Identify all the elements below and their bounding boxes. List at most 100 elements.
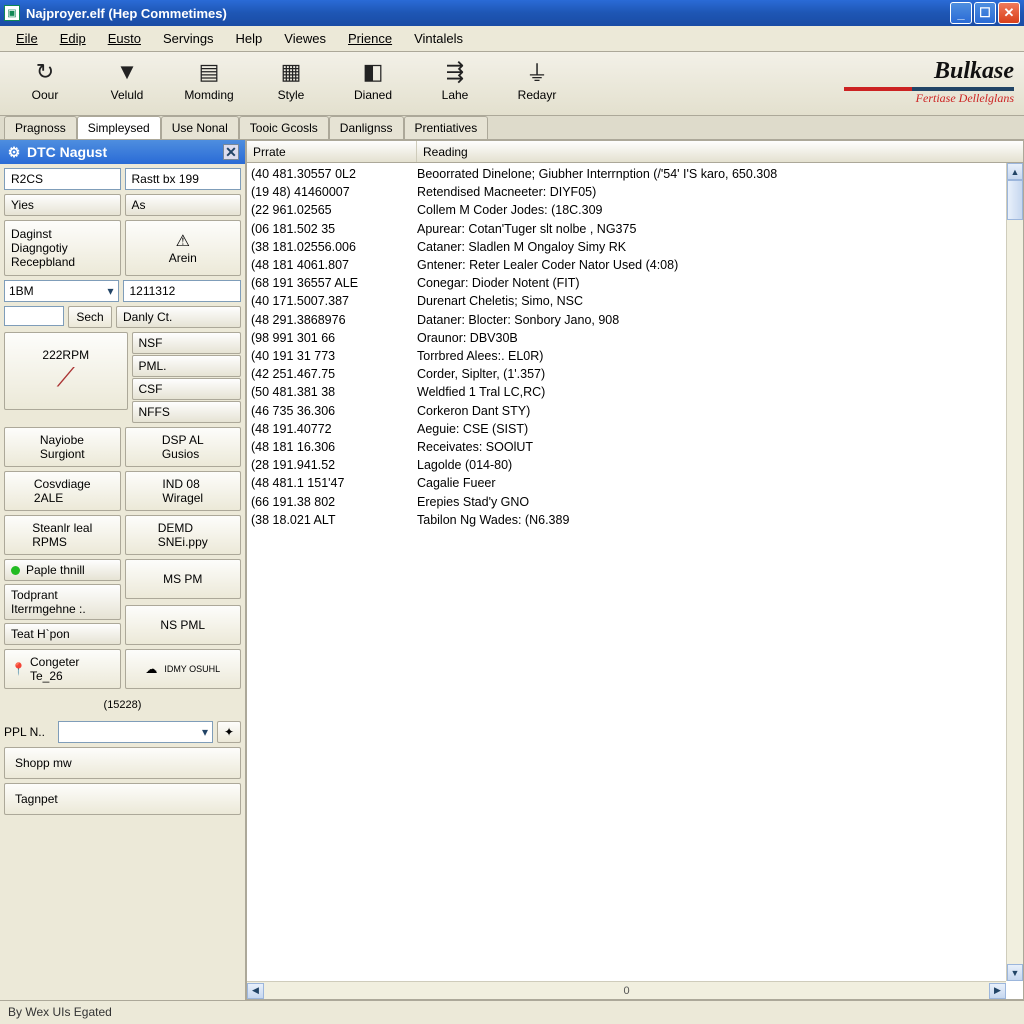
minimize-button[interactable]: _: [950, 2, 972, 24]
table-row[interactable]: (22 961.02565Collem M Coder Jodes: (18C.…: [251, 201, 1023, 219]
field-rastt[interactable]: Rastt bx 199: [125, 168, 242, 190]
close-button[interactable]: ✕: [998, 2, 1020, 24]
table-row[interactable]: (48 291.3868976Dataner: Blocter: Sonbory…: [251, 311, 1023, 329]
btn-steanlr[interactable]: Steanlr leal RPMS: [4, 515, 121, 555]
congeter-button[interactable]: 📍Congeter Te_26: [4, 649, 121, 689]
scroll-down-icon[interactable]: ▼: [1007, 964, 1023, 981]
idmy-button[interactable]: ☁IDMY OSUHL: [125, 649, 242, 689]
col-prrate[interactable]: Prrate: [247, 141, 417, 162]
tagnpet-button[interactable]: Tagnpet: [4, 783, 241, 815]
paple-label: Paple thnill: [26, 563, 85, 577]
scroll-thumb[interactable]: [1007, 180, 1023, 220]
tab-danlignss[interactable]: Danlignss: [329, 116, 404, 139]
paple-row[interactable]: Paple thnill: [4, 559, 121, 581]
tab-pragnoss[interactable]: Pragnoss: [4, 116, 77, 139]
empty-input[interactable]: [4, 306, 64, 326]
shopp-button[interactable]: Shopp mw: [4, 747, 241, 779]
cell-prrate: (40 481.30557 0L2: [251, 165, 417, 183]
field-yies[interactable]: Yies: [4, 194, 121, 216]
btn-nayiobe[interactable]: Nayiobe Surgiont: [4, 427, 121, 467]
code-csf[interactable]: CSF: [132, 378, 242, 400]
tb-oour-label: Oour: [32, 88, 59, 102]
menu-help[interactable]: Help: [226, 28, 273, 49]
tab-prentiatives[interactable]: Prentiatives: [404, 116, 489, 139]
tb-dianed[interactable]: ◧Dianed: [334, 56, 412, 104]
cell-reading: Durenart Cheletis; Simo, NSC: [417, 292, 1023, 310]
table-row[interactable]: (48 481.1 151'47Cagalie Fueer: [251, 474, 1023, 492]
field-r2cs[interactable]: R2CS: [4, 168, 121, 190]
tb-oour[interactable]: ↻Oour: [6, 56, 84, 104]
table-row[interactable]: (38 18.021 ALTTabilon Ng Wades: (N6.389: [251, 511, 1023, 529]
table-row[interactable]: (40 191 31 773Torrbred Alees:. EL0R): [251, 347, 1023, 365]
ppl-add-button[interactable]: ✦: [217, 721, 241, 743]
data-list: (40 481.30557 0L2Beoorrated Dinelone; Gi…: [247, 163, 1023, 999]
tb-dianed-label: Dianed: [354, 88, 392, 102]
table-row[interactable]: (66 191.38 802Erepies Stad'y GNO: [251, 493, 1023, 511]
congeter-label: Congeter Te_26: [30, 655, 79, 683]
tb-lahe[interactable]: ⇶Lahe: [416, 56, 494, 104]
col-reading[interactable]: Reading: [417, 145, 1023, 159]
tb-momding[interactable]: ▤Momding: [170, 56, 248, 104]
table-row[interactable]: (40 171.5007.387Durenart Cheletis; Simo,…: [251, 292, 1023, 310]
btn-ind08[interactable]: IND 08 Wiragel: [125, 471, 242, 511]
table-row[interactable]: (50 481.381 38Weldfied 1 Tral LC,RC): [251, 383, 1023, 401]
tb-style[interactable]: ▦Style: [252, 56, 330, 104]
tb-veluld[interactable]: ▼Veluld: [88, 56, 166, 104]
scroll-left-icon[interactable]: ◀: [247, 983, 264, 999]
table-row[interactable]: (42 251.467.75Corder, Siplter, (1'.357): [251, 365, 1023, 383]
menu-servings[interactable]: Servings: [153, 28, 224, 49]
input-1211312[interactable]: 1211312: [123, 280, 242, 302]
menu-file[interactable]: Eile: [6, 28, 48, 49]
scroll-right-icon[interactable]: ▶: [989, 983, 1006, 999]
panel-close-button[interactable]: ✕: [223, 144, 239, 160]
maximize-button[interactable]: ☐: [974, 2, 996, 24]
tab-simpleysed[interactable]: Simpleysed: [77, 116, 161, 139]
table-row[interactable]: (46 735 36.306Corkeron Dant STY): [251, 402, 1023, 420]
field-as[interactable]: As: [125, 194, 242, 216]
horizontal-scrollbar[interactable]: ◀ 0 ▶: [247, 981, 1006, 999]
table-row[interactable]: (06 181.502 35Apurear: Cotan'Tuger slt n…: [251, 220, 1023, 238]
menu-edit[interactable]: Edip: [50, 28, 96, 49]
tab-use-nonal[interactable]: Use Nonal: [161, 116, 239, 139]
tab-tooic[interactable]: Tooic Gcosls: [239, 116, 329, 139]
rpm-gauge[interactable]: 222RPM ⟋: [4, 332, 128, 410]
table-row[interactable]: (48 181 4061.807Gntener: Reter Lealer Co…: [251, 256, 1023, 274]
teat-row[interactable]: Teat H`pon: [4, 623, 121, 645]
table-row[interactable]: (98 991 301 66Oraunor: DBV30B: [251, 329, 1023, 347]
menu-vintalels[interactable]: Vintalels: [404, 28, 473, 49]
table-row[interactable]: (38 181.02556.006Cataner: Sladlen M Onga…: [251, 238, 1023, 256]
scroll-up-icon[interactable]: ▲: [1007, 163, 1023, 180]
status-dot-icon: [11, 566, 20, 575]
table-row[interactable]: (48 181 16.306Receivates: SOOlUT: [251, 438, 1023, 456]
btn-demd[interactable]: DEMD SNEi.ppy: [125, 515, 242, 555]
tb-redayr[interactable]: ⏚Redayr: [498, 56, 576, 104]
sidebar-header: ⚙ DTC Nagust ✕: [0, 140, 245, 164]
menu-views[interactable]: Viewes: [274, 28, 336, 49]
table-row[interactable]: (40 481.30557 0L2Beoorrated Dinelone; Gi…: [251, 165, 1023, 183]
btn-dspal[interactable]: DSP AL Gusios: [125, 427, 242, 467]
code-pml[interactable]: PML.: [132, 355, 242, 377]
table-row[interactable]: (68 191 36557 ALEConegar: Dioder Notent …: [251, 274, 1023, 292]
code-nffs[interactable]: NFFS: [132, 401, 242, 423]
nspm-button[interactable]: NS PML: [125, 605, 242, 645]
arein-button[interactable]: ⚠ Arein: [125, 220, 242, 276]
tb-lahe-label: Lahe: [442, 88, 469, 102]
vertical-scrollbar[interactable]: ▲ ▼: [1006, 163, 1023, 981]
table-row[interactable]: (28 191.941.52Lagolde (014-80): [251, 456, 1023, 474]
cell-reading: Tabilon Ng Wades: (N6.389: [417, 511, 1023, 529]
todprant-row[interactable]: Todprant Iterrmgehne :.: [4, 584, 121, 620]
hscroll-label: 0: [264, 985, 989, 997]
menu-prience[interactable]: Prience: [338, 28, 402, 49]
select-1bm[interactable]: 1BM: [4, 280, 119, 302]
code-nsf[interactable]: NSF: [132, 332, 242, 354]
table-row[interactable]: (19 48) 41460007Retendised Macneeter: DI…: [251, 183, 1023, 201]
cell-prrate: (40 191 31 773: [251, 347, 417, 365]
menu-eusto[interactable]: Eusto: [98, 28, 151, 49]
mspm-button[interactable]: MS PM: [125, 559, 242, 599]
sech-button[interactable]: Sech: [68, 306, 112, 328]
ppl-select[interactable]: [58, 721, 213, 743]
btn-cosvdiage[interactable]: Cosvdiage 2ALE: [4, 471, 121, 511]
diagnostic-box[interactable]: Daginst Diagngotiy Recepbland: [4, 220, 121, 276]
danly-field[interactable]: Danly Ct.: [116, 306, 241, 328]
table-row[interactable]: (48 191.40772Aeguie: CSE (SIST): [251, 420, 1023, 438]
